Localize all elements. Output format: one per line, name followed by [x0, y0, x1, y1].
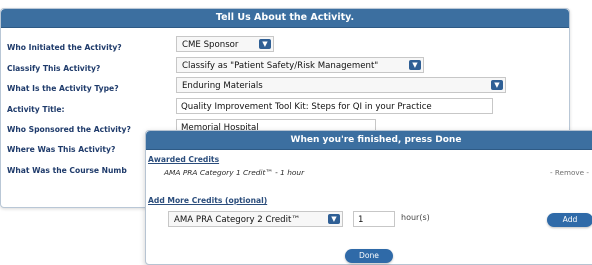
- type-value: Enduring Materials: [182, 81, 263, 91]
- title-input[interactable]: Quality Improvement Tool Kit: Steps for …: [176, 98, 493, 114]
- chevron-down-icon: ▼: [259, 39, 271, 49]
- label-title: Activity Title:: [7, 105, 65, 114]
- type-select[interactable]: Enduring Materials ▼: [176, 77, 506, 93]
- panel-title: Tell Us About the Activity.: [1, 9, 569, 28]
- label-type: What Is the Activity Type?: [7, 84, 119, 93]
- chevron-down-icon: ▼: [328, 214, 340, 224]
- classify-select[interactable]: Classify as "Patient Safety/Risk Managem…: [176, 57, 424, 73]
- chevron-down-icon: ▼: [491, 80, 503, 90]
- hours-input[interactable]: 1: [353, 211, 395, 227]
- credits-dialog: When you're finished, press Done Awarded…: [145, 130, 592, 265]
- classify-value: Classify as "Patient Safety/Risk Managem…: [182, 61, 379, 71]
- add-button[interactable]: Add: [547, 213, 592, 227]
- awarded-heading: Awarded Credits: [148, 155, 220, 164]
- label-initiated: Who Initiated the Activity?: [7, 43, 122, 52]
- initiated-value: CME Sponsor: [182, 40, 239, 50]
- label-course-number: What Was the Course Numb: [7, 166, 127, 175]
- awarded-item: AMA PRA Category 1 Credit™ - 1 hour: [164, 168, 305, 177]
- label-location: Where Was This Activity?: [7, 145, 116, 154]
- remove-link[interactable]: - Remove -: [550, 168, 589, 177]
- dialog-title: When you're finished, press Done: [146, 131, 592, 150]
- add-button-label: Add: [562, 215, 578, 224]
- chevron-down-icon: ▼: [409, 60, 421, 70]
- credit-type-value: AMA PRA Category 2 Credit™: [174, 215, 300, 225]
- credit-type-select[interactable]: AMA PRA Category 2 Credit™ ▼: [168, 211, 343, 227]
- add-credits-heading: Add More Credits (optional): [148, 196, 268, 205]
- label-sponsor: Who Sponsored the Activity?: [7, 125, 131, 134]
- initiated-select[interactable]: CME Sponsor ▼: [176, 36, 274, 52]
- done-button-label: Done: [359, 251, 379, 260]
- done-button[interactable]: Done: [345, 249, 393, 263]
- label-classify: Classify This Activity?: [7, 64, 101, 73]
- hours-unit: hour(s): [401, 213, 430, 222]
